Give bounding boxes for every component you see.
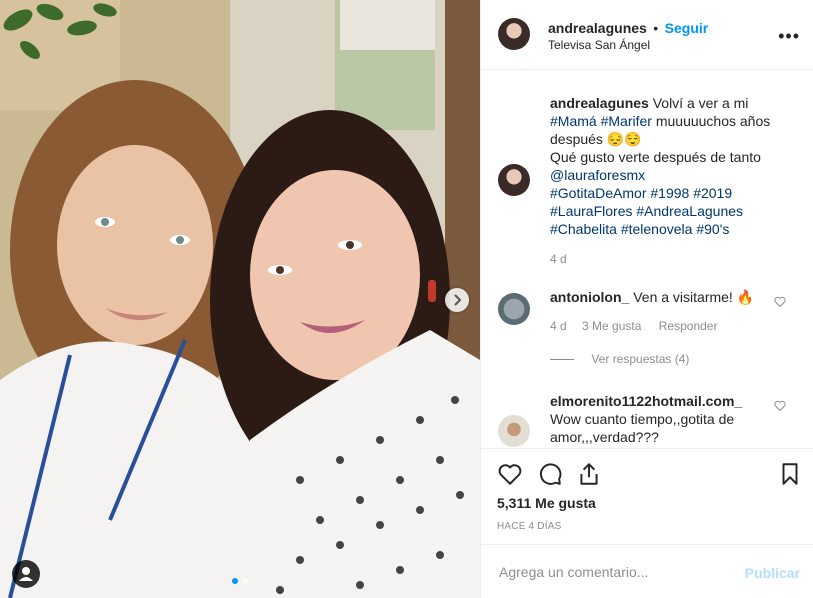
comment-avatar[interactable] [498, 293, 530, 325]
caption-line1: Volví a ver a mi [652, 95, 749, 111]
caption-username[interactable]: andrealagunes [550, 95, 649, 111]
comment-text-line2: amor,,,verdad??? [550, 429, 659, 445]
hashtags-line1[interactable]: #GotitaDeAmor #1998 #2019 [550, 185, 732, 201]
chevron-right-icon [454, 294, 462, 306]
add-comment-bar: Publicar [481, 544, 813, 598]
comment-text-line1: Wow cuanto tiempo,,gotita de [550, 411, 735, 427]
next-image-button[interactable] [445, 288, 469, 312]
like-comment-heart-icon[interactable] [774, 400, 786, 412]
author-username[interactable]: andrealagunes [548, 20, 647, 36]
post-actions: 5,311 Me gusta HACE 4 DÍAS [481, 448, 813, 544]
caption-avatar[interactable] [498, 164, 530, 196]
comment-body: elmorenito1122hotmail.com_ Wow cuanto ti… [550, 392, 775, 446]
comment-avatar[interactable] [498, 415, 530, 447]
like-comment-heart-icon[interactable] [774, 296, 786, 308]
comment-time[interactable]: 4 d [550, 319, 567, 333]
view-replies-label: Ver respuestas (4) [591, 352, 690, 366]
heart-icon[interactable] [497, 461, 523, 487]
mention-link[interactable]: @lauraforesmx [550, 167, 645, 183]
caption-line2: muuuuuchos años [655, 113, 771, 129]
publish-button[interactable]: Publicar [745, 565, 800, 581]
comment-meta: 4 d 3 Me gusta Responder [550, 319, 717, 333]
user-icon [19, 567, 33, 581]
comment-input[interactable] [497, 563, 741, 581]
comment-likes[interactable]: 3 Me gusta [582, 319, 641, 333]
photo-illustration [0, 0, 480, 598]
share-icon[interactable] [576, 461, 602, 487]
hashtag-mama[interactable]: #Mamá [550, 113, 597, 129]
comment-icon[interactable] [537, 461, 563, 487]
caption-time[interactable]: 4 d [550, 252, 567, 266]
caption: andrealagunes Volví a ver a mi #Mamá #Ma… [550, 94, 790, 238]
carousel-dot [242, 578, 248, 584]
separator-dot: • [653, 20, 659, 36]
replies-divider [550, 359, 574, 361]
comment-body: antoniolon_ Ven a visitarme! 🔥 [550, 288, 770, 306]
likes-count[interactable]: 5,311 Me gusta [497, 495, 596, 511]
carousel-indicator [232, 578, 252, 584]
bookmark-icon[interactable] [777, 461, 803, 487]
post-header: andrealagunes • Seguir Televisa San Ánge… [481, 0, 813, 70]
view-replies[interactable]: Ver respuestas (4) [550, 352, 689, 366]
hashtags-line3[interactable]: #Chabelita #telenovela #90's [550, 221, 729, 237]
follow-button[interactable]: Seguir [665, 20, 709, 36]
location-link[interactable]: Televisa San Ángel [548, 38, 650, 52]
comments-section[interactable]: andrealagunes Volví a ver a mi #Mamá #Ma… [481, 70, 813, 448]
post-date[interactable]: HACE 4 DÍAS [497, 521, 561, 532]
tagged-users-button[interactable] [12, 560, 40, 588]
carousel-dot-active [232, 578, 238, 584]
caption-line3: después 😔😌 [550, 131, 642, 147]
hashtag-marifer[interactable]: #Marifer [601, 113, 652, 129]
comment-text: Ven a visitarme! 🔥 [633, 289, 755, 305]
more-options-icon[interactable]: ••• [778, 26, 800, 47]
comment-username[interactable]: elmorenito1122hotmail.com_ [550, 393, 742, 409]
post-photo[interactable] [0, 0, 480, 598]
author-avatar[interactable] [498, 18, 530, 50]
reply-button[interactable]: Responder [659, 319, 718, 333]
post-sidebar: andrealagunes • Seguir Televisa San Ánge… [480, 0, 813, 598]
hashtags-line2[interactable]: #LauraFlores #AndreaLagunes [550, 203, 743, 219]
comment-username[interactable]: antoniolon_ [550, 289, 629, 305]
caption-line4: Qué gusto verte después de tanto [550, 149, 761, 165]
